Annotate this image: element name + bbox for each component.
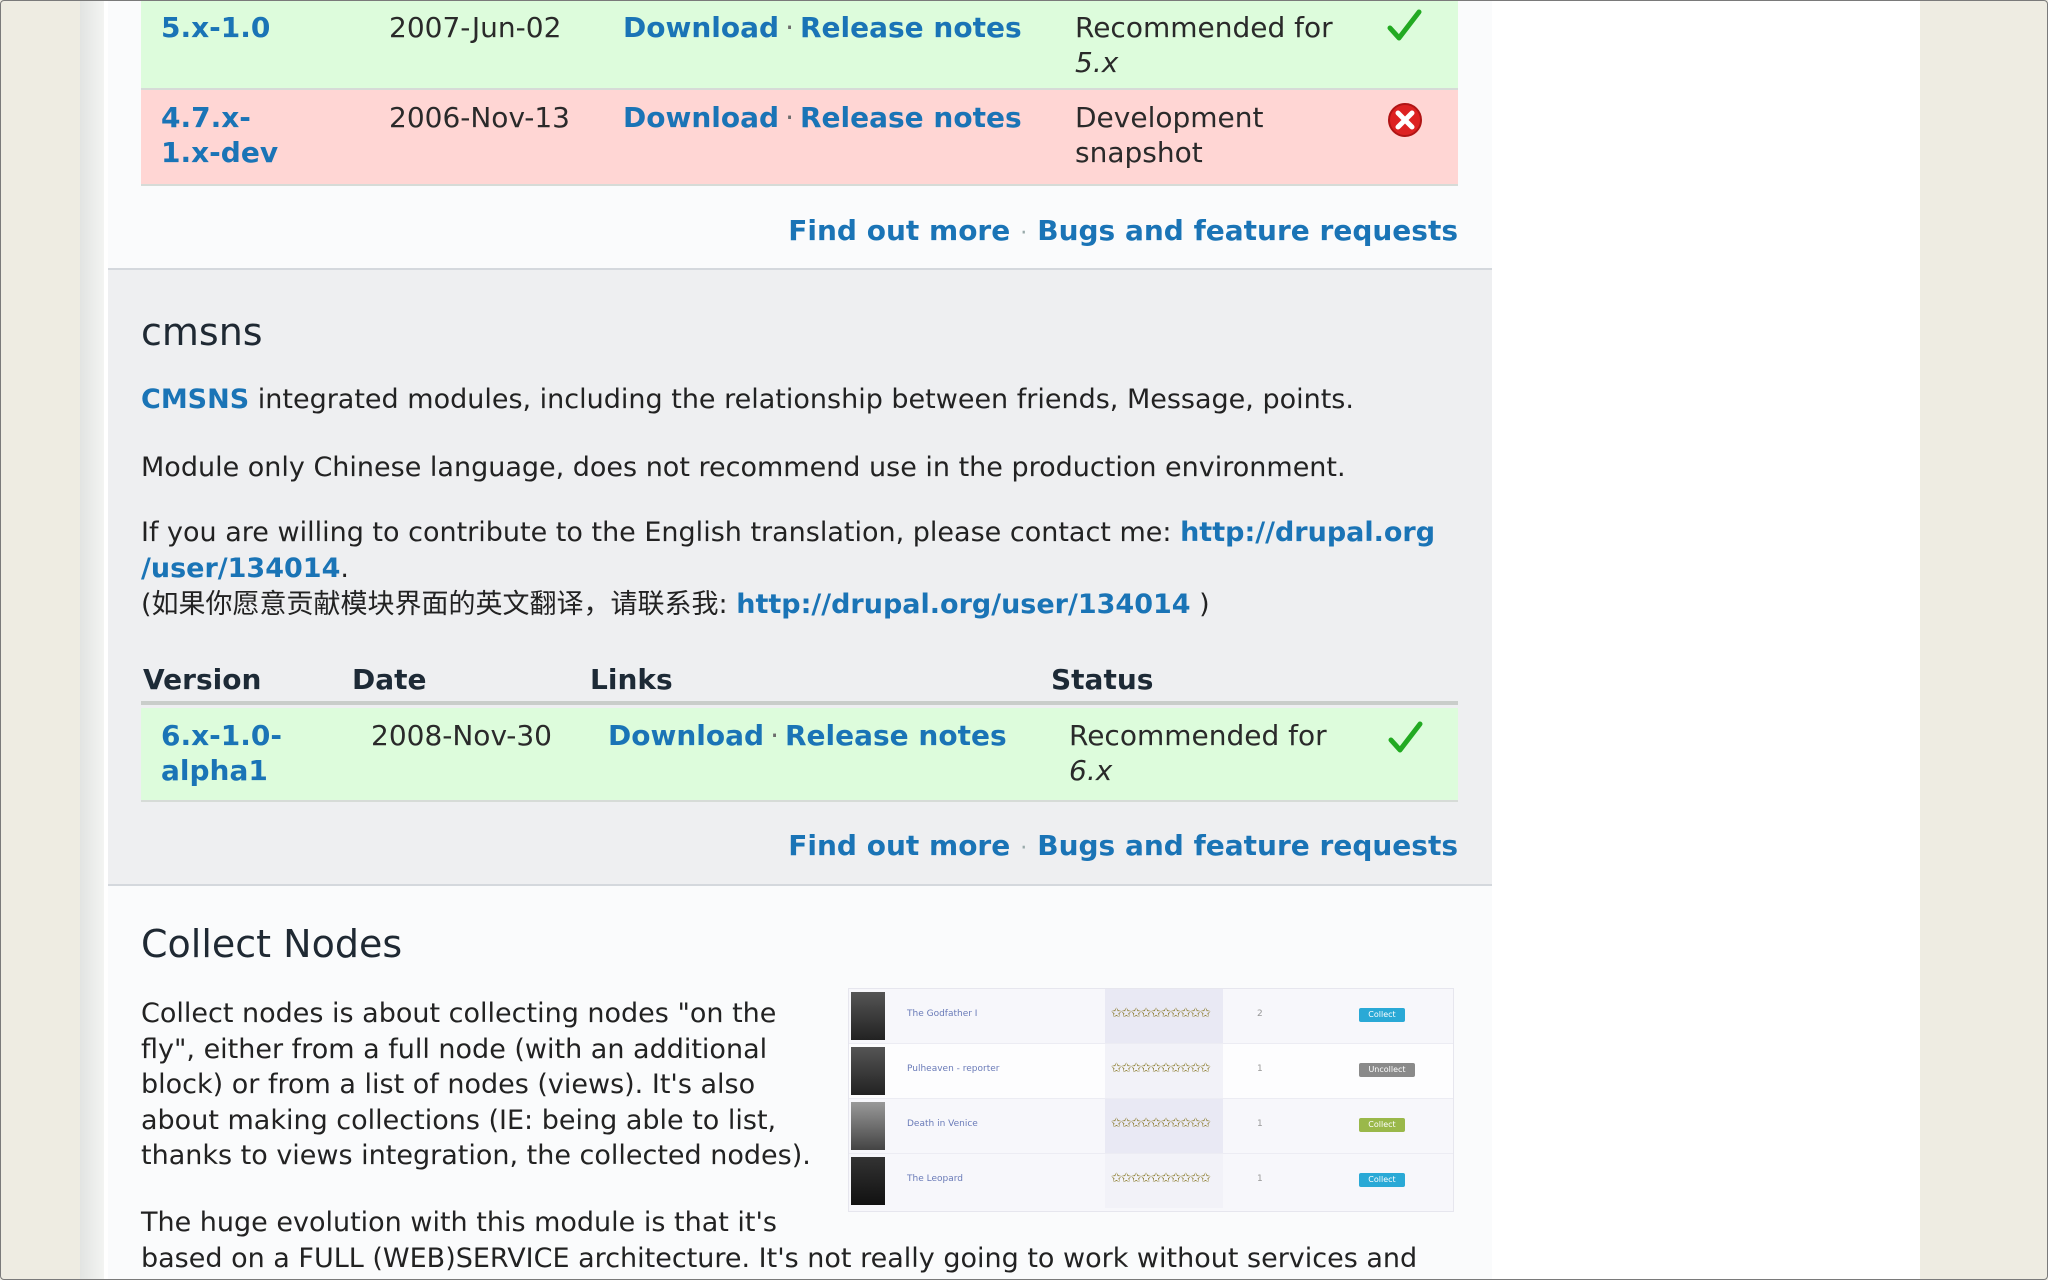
module-title: Collect Nodes: [141, 922, 403, 966]
release-row: 5.x-1.0 2007-Jun-02 Download · Release not…: [141, 0, 1458, 90]
collect-count: 1: [1257, 1064, 1263, 1074]
uncollect-button: Uncollect: [1359, 1063, 1415, 1077]
module-screenshot: The Godfather I ✩✩✩✩✩✩✩✩✩✩ 2 Collect Pul…: [848, 988, 1454, 1212]
contact-link[interactable]: /user/134014: [141, 553, 340, 584]
release-notes-link[interactable]: Release notes: [800, 11, 1022, 44]
description-line: based on a FULL (WEB)SERVICE architectur…: [141, 1242, 1418, 1274]
description-paragraph: The huge evolution with this module is t…: [141, 1205, 1471, 1276]
screenshot-row: The Leopard ✩✩✩✩✩✩✩✩✩✩ 1 Collect: [849, 1154, 1453, 1208]
header-version: Version: [143, 663, 262, 696]
description-line: block) or from a list of nodes (views). …: [141, 1069, 756, 1100]
screenshot-title: The Leopard: [907, 1174, 963, 1184]
paren-close: ): [1190, 589, 1210, 620]
screenshot-row: Death in Venice ✩✩✩✩✩✩✩✩✩✩ 1 Collect: [849, 1099, 1453, 1154]
release-notes-link[interactable]: Release notes: [785, 719, 1007, 752]
collect-button: Collect: [1359, 1118, 1405, 1132]
status-text: Recommended for: [1075, 11, 1333, 44]
error-icon: [1388, 103, 1422, 137]
status-version: 5.x: [1075, 46, 1119, 79]
separator: ·: [785, 101, 794, 134]
release-version-link[interactable]: 4.7.x- 1.x-dev: [161, 100, 278, 170]
separator: ·: [785, 11, 794, 44]
release-status: Development snapshot: [1075, 100, 1264, 170]
release-notes-link[interactable]: Release notes: [800, 101, 1022, 134]
module-title: cmsns: [141, 310, 263, 354]
screenshot-title: Death in Venice: [907, 1119, 978, 1129]
find-out-more-link[interactable]: Find out more: [788, 214, 1010, 247]
release-status: Recommended for 5.x: [1075, 10, 1333, 80]
collect-count: 1: [1257, 1119, 1263, 1129]
column-shadow: [80, 0, 104, 1280]
star-rating: ✩✩✩✩✩✩✩✩✩✩: [1111, 1061, 1211, 1076]
header-date: Date: [352, 663, 427, 696]
star-rating: ✩✩✩✩✩✩✩✩✩✩: [1111, 1171, 1211, 1186]
collect-button: Collect: [1359, 1008, 1405, 1022]
description-paragraph: Collect nodes is about collecting nodes …: [141, 996, 821, 1174]
version-line: 4.7.x-: [161, 101, 251, 134]
release-row: 6.x-1.0- alpha1 2008-Nov-30 Download · Rel…: [141, 708, 1458, 802]
status-text: Recommended for: [1069, 719, 1327, 752]
find-out-more-link[interactable]: Find out more: [788, 829, 1010, 862]
download-link[interactable]: Download: [623, 11, 779, 44]
cmsns-link[interactable]: CMSNS: [141, 384, 249, 415]
status-text: snapshot: [1075, 136, 1203, 169]
star-rating: ✩✩✩✩✩✩✩✩✩✩: [1111, 1006, 1211, 1021]
collect-count: 2: [1257, 1009, 1263, 1019]
period: .: [340, 553, 349, 584]
bugs-link[interactable]: Bugs and feature requests: [1037, 829, 1458, 862]
movie-thumbnail: [851, 1047, 885, 1095]
download-link[interactable]: Download: [608, 719, 764, 752]
movie-thumbnail: [851, 992, 885, 1040]
description-paragraph: Module only Chinese language, does not r…: [141, 452, 1346, 483]
separator: ·: [1020, 836, 1028, 861]
separator: ·: [770, 719, 779, 752]
release-version-link[interactable]: 5.x-1.0: [161, 10, 270, 45]
header-status: Status: [1051, 663, 1154, 696]
check-icon: [1387, 9, 1422, 41]
contact-link[interactable]: http://drupal.org: [1180, 517, 1435, 548]
contact-text: If you are willing to contribute to the …: [141, 517, 1181, 548]
version-line: 1.x-dev: [161, 136, 279, 169]
separator: ·: [1020, 221, 1028, 246]
project-links: Find out more · Bugs and feature requests: [788, 214, 1458, 247]
screenshot-row: Pulheaven - reporter ✩✩✩✩✩✩✩✩✩✩ 1 Uncoll…: [849, 1044, 1453, 1099]
header-links: Links: [590, 663, 673, 696]
description-line: thanks to views integration, the collect…: [141, 1140, 811, 1171]
bugs-link[interactable]: Bugs and feature requests: [1037, 214, 1458, 247]
description-text: integrated modules, including the relati…: [249, 384, 1354, 415]
release-date: 2007-Jun-02: [389, 11, 562, 44]
screenshot-title: Pulheaven - reporter: [907, 1064, 1000, 1074]
description-line: fly", either from a full node (with an a…: [141, 1033, 768, 1065]
contact-link[interactable]: http://drupal.org/user/134014: [736, 589, 1190, 620]
release-date: 2006-Nov-13: [389, 101, 570, 134]
collect-count: 1: [1257, 1174, 1263, 1184]
collect-button: Collect: [1359, 1173, 1405, 1187]
release-table-header: Version Date Links Status: [141, 663, 1458, 705]
description-line: The huge evolution with this module is t…: [141, 1207, 778, 1238]
star-rating: ✩✩✩✩✩✩✩✩✩✩: [1111, 1116, 1211, 1131]
release-version-link[interactable]: 6.x-1.0- alpha1: [161, 718, 282, 788]
download-link[interactable]: Download: [623, 101, 779, 134]
release-date: 2008-Nov-30: [371, 719, 552, 752]
movie-thumbnail: [851, 1157, 885, 1205]
description-line: about making collections (IE: being able…: [141, 1104, 777, 1136]
description-line: Collect nodes is about collecting nodes …: [141, 998, 777, 1029]
status-text: Development: [1075, 101, 1264, 134]
screenshot-row: The Godfather I ✩✩✩✩✩✩✩✩✩✩ 2 Collect: [849, 989, 1453, 1044]
release-row: 4.7.x- 1.x-dev 2006-Nov-13 Download · Rele…: [141, 90, 1458, 186]
screenshot-title: The Godfather I: [907, 1009, 978, 1019]
status-version: 6.x: [1069, 754, 1113, 787]
movie-thumbnail: [851, 1102, 885, 1150]
check-icon: [1388, 721, 1423, 753]
contact-paragraph: If you are willing to contribute to the …: [141, 515, 1441, 623]
project-links: Find out more · Bugs and feature requests: [788, 829, 1458, 862]
version-line: 6.x-1.0-: [161, 719, 283, 752]
version-line: alpha1: [161, 754, 268, 787]
chinese-contact-text: (如果你愿意贡献模块界面的英文翻译，请联系我:: [141, 589, 737, 620]
description-paragraph: CMSNS integrated modules, including the …: [141, 382, 1441, 418]
release-status: Recommended for 6.x: [1069, 718, 1327, 788]
